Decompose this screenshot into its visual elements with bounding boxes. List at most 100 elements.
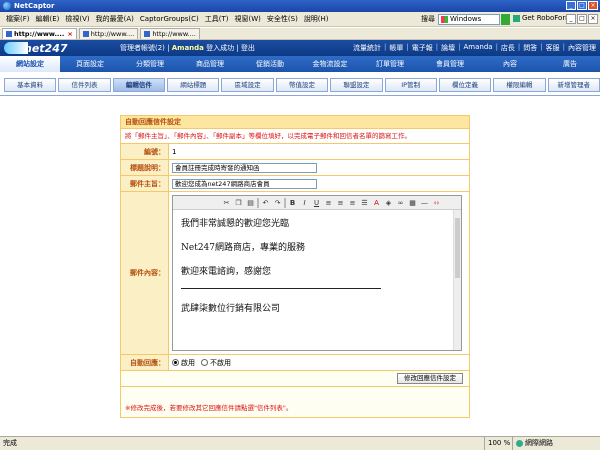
- nav-members[interactable]: 會員管理: [420, 56, 480, 72]
- title-field[interactable]: 會員註冊完成時寄發的通知函: [172, 162, 317, 173]
- subnav-field-definition[interactable]: 欄位定義: [438, 78, 492, 92]
- nav-promotions[interactable]: 促銷活動: [240, 56, 300, 72]
- maximize-icon[interactable]: □: [577, 1, 587, 10]
- subnav-mail-list[interactable]: 信件列表: [58, 78, 111, 92]
- content-label: 郵件內容：: [121, 192, 169, 354]
- nav-content[interactable]: 內容: [480, 56, 540, 72]
- header-link-billing[interactable]: 帳單: [389, 43, 403, 53]
- header-link-forum[interactable]: 論壇: [441, 43, 455, 53]
- window-controls: _ □ ×: [566, 1, 598, 10]
- menu-edit[interactable]: 編輯(E): [33, 14, 63, 24]
- nav-products[interactable]: 商品管理: [180, 56, 240, 72]
- browser-tab[interactable]: http://www....: [140, 28, 200, 39]
- header-link-support[interactable]: 客服: [546, 43, 560, 53]
- browser-tab[interactable]: http://www.... ×: [2, 28, 77, 39]
- subnav-basic-info[interactable]: 基本資料: [4, 78, 57, 92]
- subject-field[interactable]: 歡迎您成為net247網路商店會員: [172, 178, 317, 189]
- nav-page-settings[interactable]: 頁面設定: [60, 56, 120, 72]
- menu-file[interactable]: 檔案(F): [3, 14, 33, 24]
- editor-scrollbar[interactable]: [453, 210, 461, 350]
- menu-tools[interactable]: 工具(T): [202, 14, 232, 24]
- cut-icon[interactable]: ✂: [221, 197, 232, 208]
- source-code-icon[interactable]: ‹›: [431, 197, 442, 208]
- security-zone: 網際網路: [512, 437, 553, 450]
- align-right-icon[interactable]: ≡: [347, 197, 358, 208]
- subnav-currency[interactable]: 幣值設定: [275, 78, 329, 92]
- subnav-affiliate[interactable]: 聯盟設定: [330, 78, 383, 92]
- search-label: 搜尋: [421, 15, 435, 23]
- link-icon[interactable]: ∞: [395, 197, 406, 208]
- site-logo[interactable]: net247: [4, 41, 78, 55]
- subject-label: 郵件主旨：: [121, 176, 169, 191]
- menu-security[interactable]: 安全性(S): [264, 14, 301, 24]
- go-button[interactable]: [501, 14, 510, 25]
- nav-payment-shipping[interactable]: 金物流設定: [300, 56, 360, 72]
- menu-bar: 檔案(F) 編輯(E) 檢視(V) 我的最愛(A) CaptorGroups(C…: [0, 12, 600, 27]
- header-link-store[interactable]: 店長: [501, 43, 515, 53]
- subject-row: 郵件主旨： 歡迎您成為net247網路商店會員: [121, 176, 469, 192]
- subnav-site-title[interactable]: 網站標題: [167, 78, 220, 92]
- undo-icon[interactable]: ↶: [260, 197, 271, 208]
- subnav-ip-control[interactable]: IP管制: [384, 78, 437, 92]
- doc-close-icon[interactable]: ×: [588, 14, 598, 24]
- close-icon[interactable]: ×: [588, 1, 598, 10]
- horizontal-rule-icon[interactable]: —: [419, 197, 430, 208]
- reply-row: 自動回應： 啟用 不啟用: [121, 355, 469, 371]
- subnav-edit-mail[interactable]: 編輯信件: [112, 78, 166, 92]
- menu-captorgroups[interactable]: CaptorGroups(C): [137, 15, 202, 23]
- nav-ads[interactable]: 廣告: [540, 56, 600, 72]
- editor-line: Net247網路商店，專業的服務: [181, 243, 305, 253]
- nav-category[interactable]: 分類管理: [120, 56, 180, 72]
- nav-site-settings[interactable]: 網站設定: [0, 56, 60, 72]
- editor-content[interactable]: 我們非常誠懇的歡迎您光臨 Net247網路商店，專業的服務 歡迎來電諮詢，感謝您…: [173, 210, 453, 350]
- rich-text-editor[interactable]: ✂ ❐ ▤ ↶ ↷ B I U ≡ ≡ ≡ ☰ A ◈ ∞ ▦ — ‹› 我們非…: [172, 195, 462, 351]
- document-controls: _ □ ×: [566, 14, 598, 24]
- subnav-region[interactable]: 區域設定: [221, 78, 274, 92]
- header-link-user[interactable]: Amanda: [463, 43, 492, 53]
- align-left-icon[interactable]: ≡: [323, 197, 334, 208]
- image-icon[interactable]: ▦: [407, 197, 418, 208]
- subnav-permissions[interactable]: 權限編輯: [493, 78, 546, 92]
- toolbar-separator: [257, 197, 259, 208]
- login-message[interactable]: 登入成功 | 登出: [206, 44, 255, 52]
- header-link-content[interactable]: 內容管理: [568, 43, 596, 53]
- update-settings-button[interactable]: 修改回應信件設定: [397, 373, 463, 384]
- highlight-icon[interactable]: ◈: [383, 197, 394, 208]
- zoom-level[interactable]: 100 %: [484, 437, 512, 450]
- align-center-icon[interactable]: ≡: [335, 197, 346, 208]
- editor-line: 歡迎來電諮詢，感謝您: [181, 267, 272, 277]
- font-color-icon[interactable]: A: [371, 197, 382, 208]
- bold-icon[interactable]: B: [287, 197, 298, 208]
- menu-view[interactable]: 檢視(V): [62, 14, 92, 24]
- doc-restore-icon[interactable]: □: [577, 14, 587, 24]
- browser-tab[interactable]: http://www....: [78, 28, 139, 39]
- subnav-add-admin[interactable]: 新增管理者: [547, 78, 600, 92]
- window-title: NetCaptor: [14, 2, 55, 10]
- menu-help[interactable]: 說明(H): [301, 14, 332, 24]
- radio-enable-dot[interactable]: [172, 359, 179, 366]
- tab-close-icon[interactable]: ×: [67, 29, 72, 39]
- radio-enable-label: 啟用: [181, 358, 195, 367]
- header-link-traffic[interactable]: 流量統計: [353, 43, 381, 53]
- underline-icon[interactable]: U: [311, 197, 322, 208]
- scrollbar-thumb[interactable]: [455, 218, 460, 278]
- menu-window[interactable]: 視窗(W): [232, 14, 264, 24]
- search-input[interactable]: Windows: [438, 14, 500, 25]
- header-link-faq[interactable]: 問答: [523, 43, 537, 53]
- header-link-newsletter[interactable]: 電子報: [412, 43, 433, 53]
- italic-icon[interactable]: I: [299, 197, 310, 208]
- radio-disable[interactable]: 不啟用: [201, 358, 231, 368]
- tab-label: http://www....: [152, 30, 196, 38]
- roboform-button[interactable]: Get RoboForm: [513, 14, 572, 22]
- radio-disable-dot[interactable]: [201, 359, 208, 366]
- redo-icon[interactable]: ↷: [272, 197, 283, 208]
- menu-favorites[interactable]: 我的最愛(A): [93, 14, 137, 24]
- nav-orders[interactable]: 訂單管理: [360, 56, 420, 72]
- list-icon[interactable]: ☰: [359, 197, 370, 208]
- doc-minimize-icon[interactable]: _: [566, 14, 576, 24]
- reply-label: 自動回應：: [121, 355, 169, 370]
- paste-icon[interactable]: ▤: [245, 197, 256, 208]
- copy-icon[interactable]: ❐: [233, 197, 244, 208]
- radio-enable[interactable]: 啟用: [172, 358, 195, 368]
- minimize-icon[interactable]: _: [566, 1, 576, 10]
